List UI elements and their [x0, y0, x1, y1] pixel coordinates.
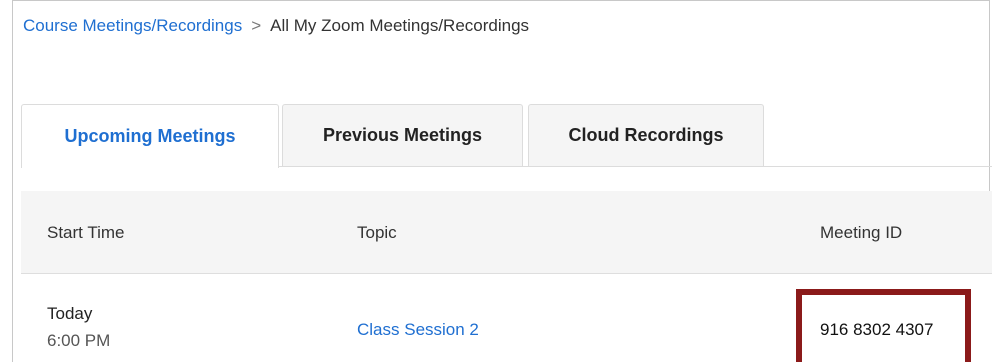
- start-day: Today: [47, 304, 93, 323]
- breadcrumb-separator: >: [251, 16, 262, 35]
- column-header-start-time[interactable]: Start Time: [47, 223, 124, 243]
- column-header-meeting-id: Meeting ID: [820, 223, 903, 242]
- start-time: 6:00 PM: [47, 331, 111, 350]
- breadcrumb-parent-link[interactable]: Course Meetings/Recordings: [23, 16, 242, 35]
- meeting-topic-link[interactable]: Class Session 2: [357, 320, 479, 340]
- column-header-topic: Topic: [357, 223, 397, 242]
- meeting-id-value: 916 8302 4307: [820, 320, 934, 339]
- tab-cloud-recordings[interactable]: Cloud Recordings: [528, 104, 764, 166]
- tab-previous-meetings[interactable]: Previous Meetings: [282, 104, 523, 166]
- breadcrumb: Course Meetings/Recordings > All My Zoom M…: [23, 15, 529, 37]
- table-header: Start Time Topic Meeting ID: [21, 191, 992, 274]
- tab-upcoming-meetings[interactable]: Upcoming Meetings: [21, 104, 279, 168]
- breadcrumb-current: All My Zoom Meetings/Recordings: [270, 16, 530, 35]
